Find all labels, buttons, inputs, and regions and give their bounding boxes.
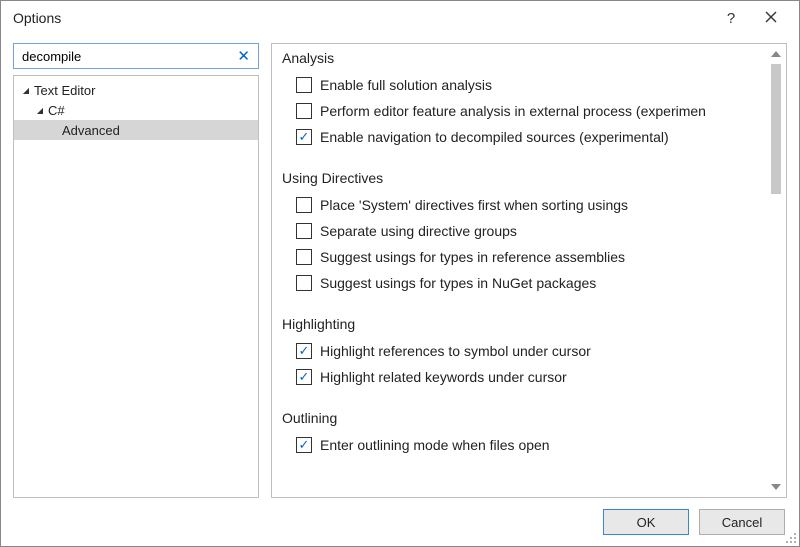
tree-collapse-icon[interactable]: ◢ (20, 86, 32, 95)
option-label: Perform editor feature analysis in exter… (320, 103, 706, 119)
checkbox[interactable] (296, 343, 312, 359)
resize-grip-icon[interactable] (783, 530, 797, 544)
tree-item[interactable]: ◢Text Editor (14, 80, 258, 100)
option-row[interactable]: Place 'System' directives first when sor… (282, 192, 782, 218)
option-row[interactable]: Perform editor feature analysis in exter… (282, 98, 782, 124)
settings-pane: Analysis Enable full solution analysis Per… (271, 43, 787, 498)
tree-item[interactable]: Advanced (14, 120, 258, 140)
left-panel: ✕ ◢Text Editor◢C#Advanced (13, 43, 259, 498)
checkbox[interactable] (296, 129, 312, 145)
group-title: Outlining (282, 410, 782, 426)
option-label: Separate using directive groups (320, 223, 517, 239)
option-label: Enable navigation to decompiled sources … (320, 129, 669, 145)
checkbox[interactable] (296, 275, 312, 291)
option-row[interactable]: Suggest usings for types in NuGet packag… (282, 270, 782, 296)
option-label: Highlight references to symbol under cur… (320, 343, 591, 359)
tree-item[interactable]: ◢C# (14, 100, 258, 120)
tree-item-label: C# (48, 103, 65, 118)
checkbox[interactable] (296, 437, 312, 453)
scroll-down-icon[interactable] (768, 479, 784, 495)
window-title: Options (13, 10, 711, 26)
option-row[interactable]: Highlight references to symbol under cur… (282, 338, 782, 364)
options-tree[interactable]: ◢Text Editor◢C#Advanced (13, 75, 259, 498)
option-label: Highlight related keywords under cursor (320, 369, 567, 385)
dialog-body: ✕ ◢Text Editor◢C#Advanced AnalysisEnable… (1, 35, 799, 498)
option-label: Enable full solution analysis (320, 77, 492, 93)
option-row[interactable]: Enter outlining mode when files open (282, 432, 782, 458)
tree-item-label: Advanced (62, 123, 120, 138)
group-title: Analysis (282, 50, 782, 66)
titlebar: Options ? (1, 1, 799, 35)
close-icon (765, 10, 777, 27)
option-row[interactable]: Enable full solution analysis (282, 72, 782, 98)
group-title: Using Directives (282, 170, 782, 186)
settings-scroll: Analysis Enable full solution analysis Per… (282, 50, 782, 497)
checkbox[interactable] (296, 249, 312, 265)
vertical-scrollbar[interactable] (768, 46, 784, 495)
option-label: Place 'System' directives first when sor… (320, 197, 628, 213)
checkbox[interactable] (296, 197, 312, 213)
option-row[interactable]: Suggest usings for types in reference as… (282, 244, 782, 270)
group-title: Highlighting (282, 316, 782, 332)
option-label: Suggest usings for types in NuGet packag… (320, 275, 596, 291)
option-label: Enter outlining mode when files open (320, 437, 550, 453)
right-panel: Analysis Enable full solution analysis Per… (271, 43, 787, 498)
option-label: Suggest usings for types in reference as… (320, 249, 625, 265)
help-icon: ? (727, 10, 735, 27)
clear-search-icon[interactable]: ✕ (235, 47, 252, 65)
help-button[interactable]: ? (711, 4, 751, 32)
option-row[interactable]: Separate using directive groups (282, 218, 782, 244)
cancel-button[interactable]: Cancel (699, 509, 785, 535)
dialog-footer: OK Cancel (1, 498, 799, 546)
checkbox[interactable] (296, 103, 312, 119)
tree-collapse-icon[interactable]: ◢ (34, 106, 46, 115)
checkbox[interactable] (296, 223, 312, 239)
option-row[interactable]: Highlight related keywords under cursor (282, 364, 782, 390)
close-button[interactable] (751, 4, 791, 32)
scrollbar-thumb[interactable] (771, 64, 781, 194)
search-input[interactable] (20, 48, 235, 65)
ok-button[interactable]: OK (603, 509, 689, 535)
search-box[interactable]: ✕ (13, 43, 259, 69)
checkbox[interactable] (296, 77, 312, 93)
tree-item-label: Text Editor (34, 83, 95, 98)
option-row[interactable]: Enable navigation to decompiled sources … (282, 124, 782, 150)
scroll-up-icon[interactable] (768, 46, 784, 62)
checkbox[interactable] (296, 369, 312, 385)
options-dialog: Options ? ✕ ◢Text Editor◢C#Advanced Anal… (0, 0, 800, 547)
